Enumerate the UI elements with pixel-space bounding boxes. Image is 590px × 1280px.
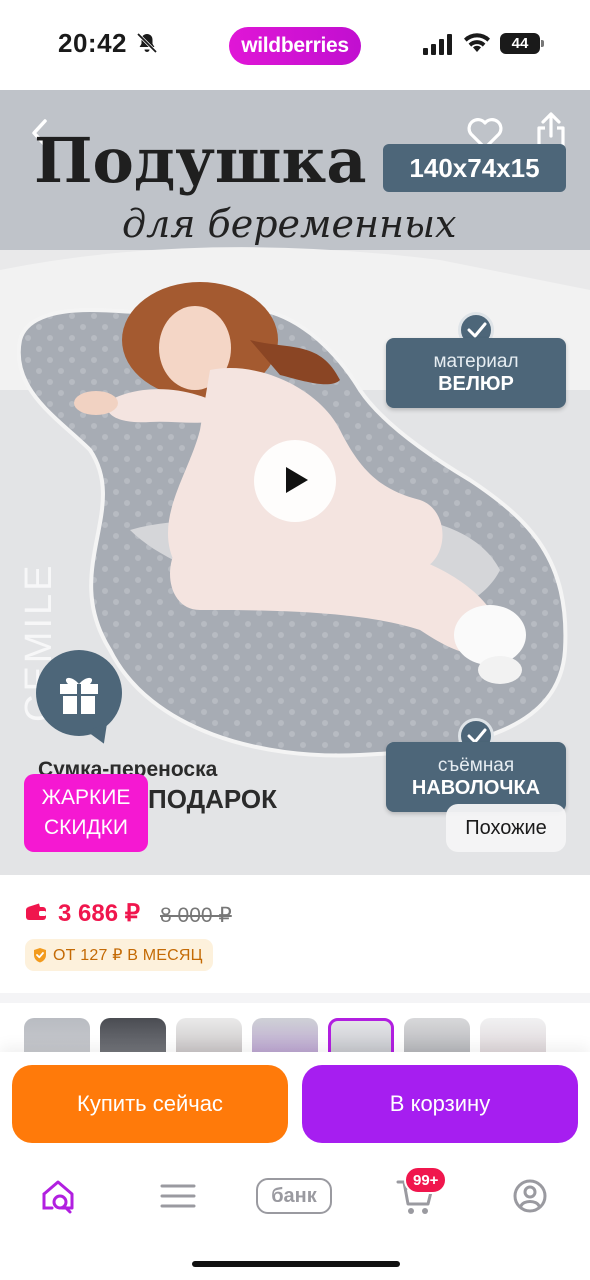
feature-material-card: материал ВЕЛЮР: [386, 338, 566, 408]
similar-button[interactable]: Похожие: [446, 804, 566, 852]
bank-tab[interactable]: банк: [256, 1174, 334, 1218]
installment-badge[interactable]: ОТ 127 ₽ В МЕСЯЦ: [25, 939, 213, 971]
bank-icon: банк: [256, 1178, 332, 1214]
home-search-icon[interactable]: [38, 1174, 82, 1218]
bell-muted-icon: [136, 32, 158, 54]
home-indicator: [192, 1261, 400, 1267]
play-video-button[interactable]: [254, 440, 336, 522]
price-section: 3 686 ₽ 8 000 ₽ ОТ 127 ₽ В МЕСЯЦ: [0, 875, 590, 993]
installment-text: ОТ 127 ₽ В МЕСЯЦ: [53, 947, 203, 964]
promo-gift-line2: ПОДАРОК: [148, 784, 277, 814]
buy-now-button[interactable]: Купить сейчас: [12, 1065, 288, 1143]
gift-icon: [60, 677, 98, 714]
add-to-cart-button[interactable]: В корзину: [302, 1065, 578, 1143]
status-time: 20:42: [58, 28, 127, 58]
wallet-icon: [26, 903, 46, 920]
profile-icon[interactable]: [508, 1174, 552, 1218]
battery-indicator: 44: [500, 33, 544, 54]
feature-cover-label: съёмная: [437, 754, 515, 776]
feature-material-value: ВЕЛЮР: [438, 372, 514, 395]
current-price: 3 686 ₽: [58, 900, 140, 927]
catalog-menu-icon[interactable]: [156, 1174, 200, 1218]
section-divider: [0, 993, 590, 1003]
sale-badge-line2: СКИДКИ: [43, 816, 129, 839]
action-bar: Купить сейчас В корзину: [0, 1052, 590, 1160]
cart-count-badge: 99+: [404, 1166, 448, 1194]
size-badge: 140x74x15: [383, 144, 566, 192]
wifi-icon: [464, 33, 490, 52]
signal-icon: [423, 34, 452, 55]
banner-title: Подушка: [34, 124, 367, 197]
hot-sale-badge[interactable]: ЖАРКИЕ СКИДКИ: [24, 774, 148, 852]
product-image-gallery[interactable]: Подушка 140x74x15 для беременных материа…: [0, 90, 590, 875]
feature-material-label: материал: [433, 350, 519, 372]
feature-cover-card: съёмная НАВОЛОЧКА: [386, 742, 566, 812]
shield-check-icon: [34, 948, 46, 963]
banner-subtitle: для беременных: [122, 202, 457, 246]
sale-badge-line1: ЖАРКИЕ: [41, 786, 131, 809]
brand-logo: wildberries: [229, 27, 361, 65]
play-icon: [286, 467, 308, 493]
status-bar: 20:42 wildberries 44: [0, 0, 590, 90]
old-price: 8 000 ₽: [160, 904, 232, 927]
feature-cover-value: НАВОЛОЧКА: [411, 776, 541, 799]
